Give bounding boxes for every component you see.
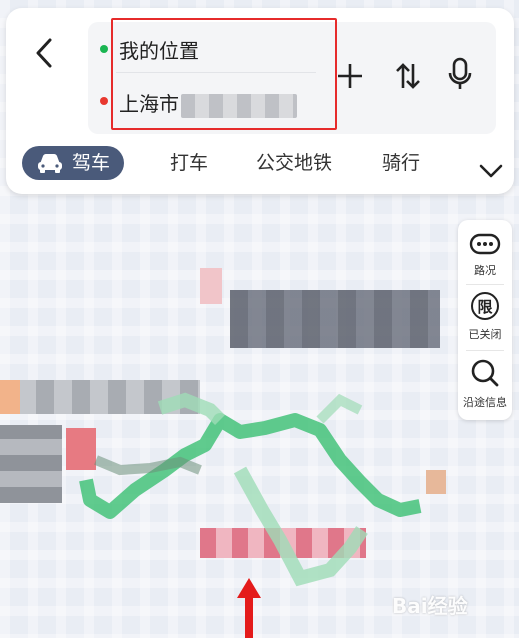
add-waypoint-button[interactable] xyxy=(332,58,368,94)
traffic-button[interactable]: 路况 xyxy=(458,220,512,284)
along-route-info-button[interactable]: 沿途信息 xyxy=(458,352,512,416)
tool-divider xyxy=(466,284,504,285)
tab-drive-label: 驾车 xyxy=(72,152,111,174)
map-tools-panel: 路况 限 已关闭 沿途信息 xyxy=(458,220,512,420)
chevron-down-icon xyxy=(479,164,503,178)
expand-modes-button[interactable] xyxy=(476,158,506,184)
highlight-box xyxy=(111,18,337,130)
traffic-label: 路况 xyxy=(474,264,496,277)
chevron-left-icon xyxy=(36,38,52,68)
back-button[interactable] xyxy=(30,36,60,70)
restriction-glyph: 限 xyxy=(477,297,493,316)
microphone-icon xyxy=(448,57,472,89)
tab-bike[interactable]: 骑行 xyxy=(382,146,420,180)
tab-transit[interactable]: 公交地铁 xyxy=(256,146,332,180)
restriction-icon: 限 xyxy=(471,292,499,320)
watermark: Bai经验 xyxy=(392,594,468,618)
along-route-info-label: 沿途信息 xyxy=(463,396,507,409)
tool-divider xyxy=(466,350,504,351)
restriction-button[interactable]: 限 已关闭 xyxy=(458,286,512,350)
search-icon xyxy=(471,359,499,387)
swap-route-button[interactable] xyxy=(390,58,426,94)
tab-drive[interactable]: 驾车 xyxy=(22,146,125,180)
car-icon xyxy=(38,154,62,173)
origin-dot xyxy=(100,45,108,53)
destination-dot xyxy=(100,97,108,105)
plus-icon xyxy=(338,64,362,88)
traffic-icon xyxy=(469,233,501,255)
voice-input-button[interactable] xyxy=(442,56,478,92)
restriction-label: 已关闭 xyxy=(468,328,502,341)
route-panel: 我的位置 上海市 驾车 打车 公交地铁 骑行 xyxy=(6,8,514,194)
annotation-arrow xyxy=(237,578,261,638)
swap-icon xyxy=(396,63,420,89)
tab-taxi[interactable]: 打车 xyxy=(170,146,208,180)
